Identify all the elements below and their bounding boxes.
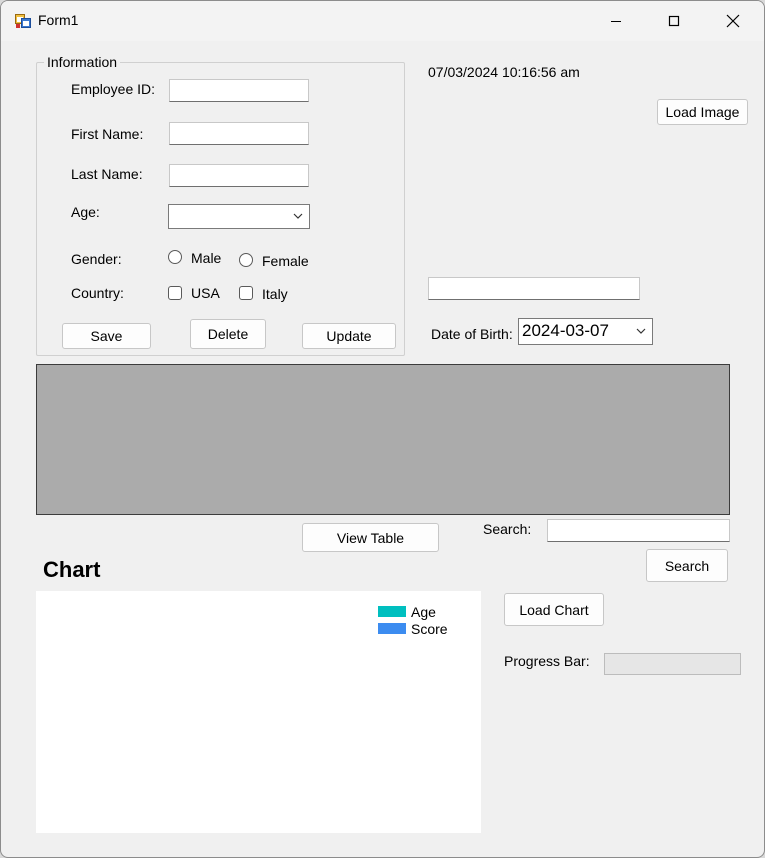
view-table-button[interactable]: View Table [302,523,439,552]
close-icon [726,14,740,28]
minimize-button[interactable] [587,1,645,41]
date-of-birth-value: 2024-03-07 [522,321,609,340]
first-name-field[interactable] [169,122,309,145]
age-label: Age: [71,204,100,220]
timestamp-label: 07/03/2024 10:16:56 am [428,64,580,80]
last-name-field[interactable] [169,164,309,187]
age-combobox[interactable] [168,204,310,229]
search-input[interactable] [547,519,730,542]
legend-label-score: Score [411,621,448,637]
employee-id-field[interactable] [169,79,309,102]
date-of-birth-picker[interactable]: 2024-03-07 [518,318,653,345]
legend-swatch-score [378,623,406,634]
progress-bar [604,653,741,675]
employee-id-label: Employee ID: [71,81,156,97]
country-usa-checkbox[interactable] [168,286,182,300]
gender-male-radio[interactable] [168,250,182,264]
country-italy-label: Italy [262,286,288,302]
gender-male-label: Male [191,250,222,266]
chevron-down-icon [636,328,646,334]
gender-female-radio[interactable] [239,253,253,267]
gender-female-label: Female [262,253,309,269]
country-italy-checkbox[interactable] [239,286,253,300]
app-form-icon [15,13,31,29]
search-button[interactable]: Search [646,549,728,582]
maximize-icon [668,15,680,27]
country-label: Country: [71,285,124,301]
legend-label-age: Age [411,604,436,620]
delete-button[interactable]: Delete [190,319,266,349]
chart-heading: Chart [43,557,101,582]
load-chart-button[interactable]: Load Chart [504,593,604,626]
image-picturebox [36,364,730,515]
save-button[interactable]: Save [62,323,151,349]
window-title: Form1 [38,12,79,28]
chevron-down-icon [293,213,303,219]
image-path-field[interactable] [428,277,640,300]
information-legend: Information [44,54,121,70]
country-usa-label: USA [191,285,220,301]
minimize-icon [611,21,621,22]
main-window: Form1 Information Employee ID: First Nam… [0,0,765,858]
first-name-label: First Name: [71,126,144,142]
title-bar: Form1 [1,1,764,41]
load-image-button[interactable]: Load Image [657,99,748,125]
update-button[interactable]: Update [302,323,396,349]
date-of-birth-label: Date of Birth: [431,326,513,342]
search-label: Search: [483,521,532,537]
maximize-button[interactable] [645,1,703,41]
progress-bar-label: Progress Bar: [504,653,590,669]
close-button[interactable] [704,1,762,41]
gender-label: Gender: [71,251,122,267]
legend-swatch-age [378,606,406,617]
last-name-label: Last Name: [71,166,143,182]
